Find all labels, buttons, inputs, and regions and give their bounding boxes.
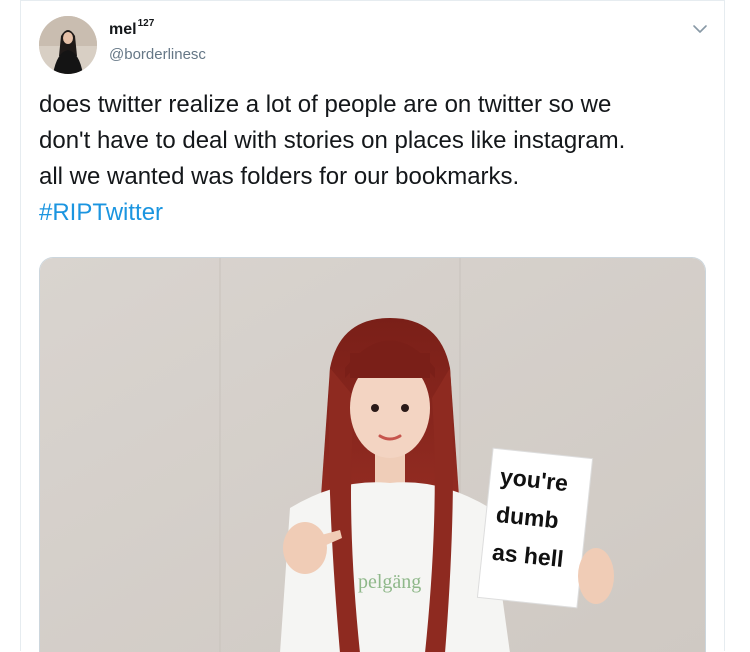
name-row[interactable]: mel 127	[109, 18, 155, 39]
sign-card: you're dumb as hell	[476, 447, 594, 609]
tweet-card[interactable]: mel 127 @borderlinesc does twitter reali…	[20, 0, 725, 652]
shirt-text: pelgäng	[358, 571, 421, 593]
tweet-photo[interactable]: pelgäng you're dumb as hell	[39, 257, 706, 652]
chevron-down-icon[interactable]	[692, 21, 708, 37]
tweet-text: does twitter realize a lot of people are…	[39, 87, 714, 231]
hashtag-link[interactable]: #RIPTwitter	[39, 195, 714, 231]
tweet-line: does twitter realize a lot of people are…	[39, 91, 612, 118]
tweet-line: don't have to deal with stories on place…	[39, 127, 626, 154]
avatar[interactable]	[39, 16, 97, 74]
user-handle[interactable]: @borderlinesc	[109, 46, 206, 63]
photo-illustration: pelgäng you're dumb as hell	[40, 258, 705, 652]
tweet-line: all we wanted was folders for our bookma…	[39, 163, 520, 190]
avatar-image	[39, 16, 97, 74]
display-name-superscript: 127	[137, 18, 155, 29]
display-name[interactable]: mel	[109, 21, 137, 39]
